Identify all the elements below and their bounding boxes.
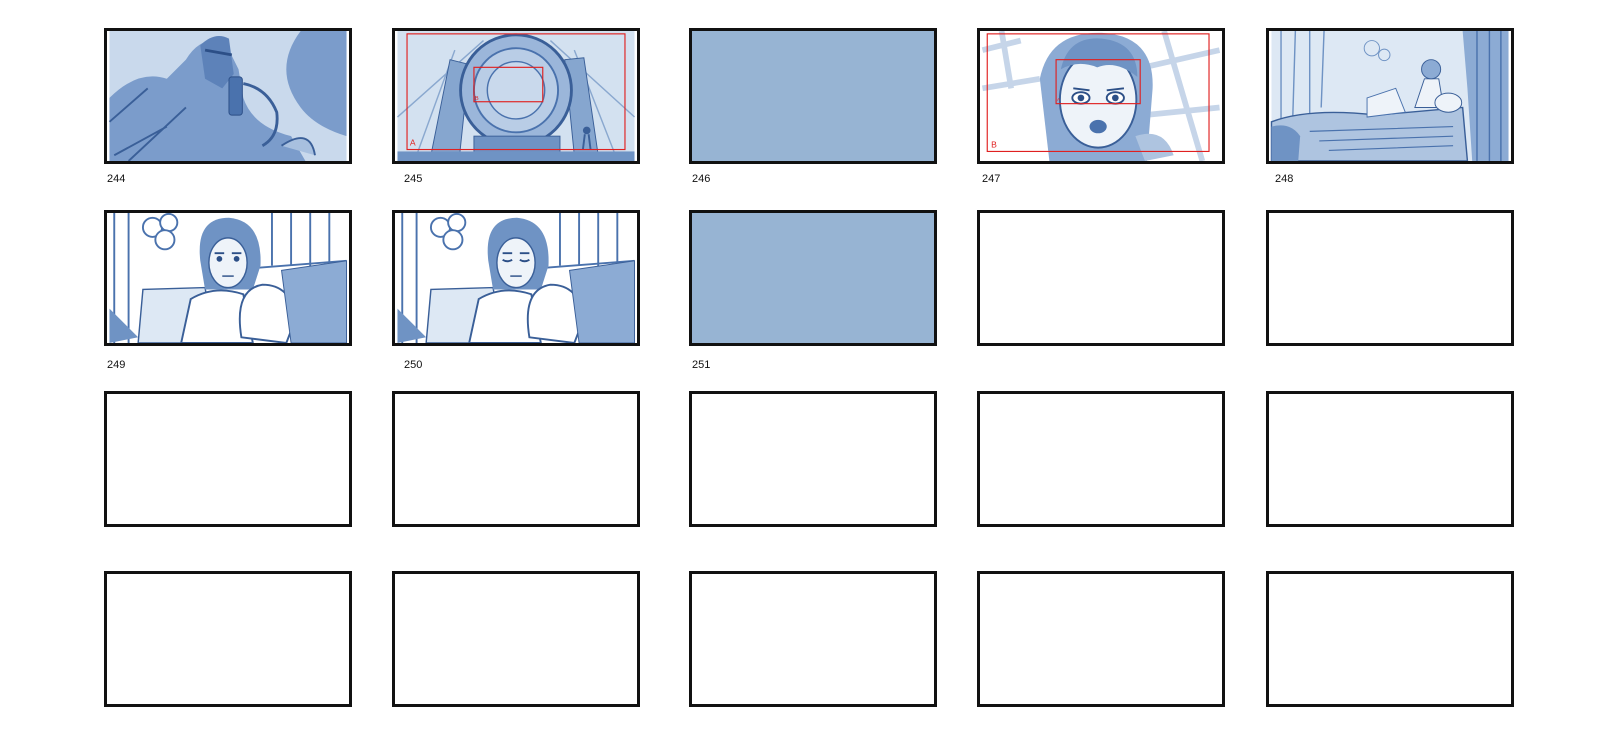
storyboard-panel-246 (689, 28, 937, 164)
storyboard-panel-249 (104, 210, 352, 346)
frame-label-a: A (410, 138, 416, 148)
storyboard-panel-empty (689, 571, 937, 707)
panel-number-244: 244 (107, 173, 126, 185)
frame-label-b: B (475, 96, 479, 102)
storyboard-panel-244 (104, 28, 352, 164)
sketch-girl-in-bed-eyes-closed (397, 213, 636, 343)
sketch-frightened-girl: B A (981, 31, 1221, 161)
storyboard-panel-248 (1266, 28, 1514, 164)
frame-label-b: B (991, 140, 997, 150)
storyboard-panel-247: B A (977, 28, 1225, 164)
panel-number-248: 248 (1275, 173, 1294, 185)
storyboard-panel-empty (104, 571, 352, 707)
storyboard-panel-251 (689, 210, 937, 346)
sketch-telescope: A B (396, 31, 636, 161)
storyboard-panel-empty (392, 571, 640, 707)
storyboard-panel-empty (1266, 391, 1514, 527)
storyboard-panel-empty (689, 391, 937, 527)
sketch-bedroom-wide (1270, 31, 1509, 161)
panel-number-250: 250 (404, 359, 423, 371)
storyboard-panel-250 (392, 210, 640, 346)
sketch-man-drinking (108, 31, 347, 161)
storyboard-panel-empty (104, 391, 352, 527)
storyboard-panel-empty (977, 210, 1225, 346)
sketch-girl-in-bed-eyes-open (109, 213, 348, 343)
panel-number-249: 249 (107, 359, 126, 371)
panel-number-245: 245 (404, 173, 423, 185)
storyboard-panel-empty (392, 391, 640, 527)
storyboard-panel-245: A B (392, 28, 640, 164)
panel-number-251: 251 (692, 359, 711, 371)
panel-number-247: 247 (982, 173, 1001, 185)
storyboard-panel-empty (977, 571, 1225, 707)
panel-number-246: 246 (692, 173, 711, 185)
storyboard-panel-empty (1266, 210, 1514, 346)
storyboard-panel-empty (977, 391, 1225, 527)
storyboard-panel-empty (1266, 571, 1514, 707)
